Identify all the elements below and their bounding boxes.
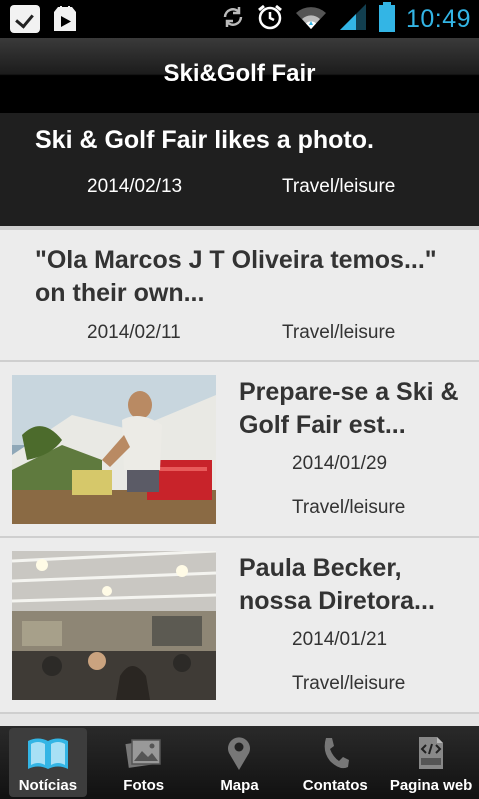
alarm-icon	[256, 3, 284, 36]
photos-icon	[125, 733, 163, 773]
app-title: Ski&Golf Fair	[163, 59, 316, 87]
feed-item[interactable]: "Ola Marcos J T Oliveira temos..." on th…	[0, 228, 479, 362]
sync-icon	[220, 4, 246, 35]
signal-icon	[338, 3, 368, 36]
map-pin-icon	[226, 733, 252, 773]
feed-item-title: "Ola Marcos J T Oliveira temos..." on th…	[35, 246, 437, 307]
nav-label: Contatos	[302, 777, 368, 794]
feed-item[interactable]: Ski & Golf Fair likes a photo. 2014/02/1…	[0, 113, 479, 228]
feed-item-category: Travel/leisure	[282, 322, 396, 343]
check-box-icon	[10, 5, 40, 33]
feed-item-category: Travel/leisure	[292, 497, 406, 518]
nav-label: Notícias	[18, 777, 78, 794]
nav-label: Pagina web	[389, 777, 473, 794]
html-file-icon	[417, 733, 445, 773]
feed-item-title: Prepare-se a Ski & Golf Fair est...	[239, 378, 459, 439]
nav-label: Fotos	[123, 777, 165, 794]
status-bar: 10:49	[0, 0, 479, 38]
feed-item-date: 2014/02/11	[87, 322, 181, 343]
nav-mapa[interactable]: Mapa	[192, 726, 288, 799]
feed-item-thumbnail	[12, 375, 216, 524]
feed-item-category: Travel/leisure	[292, 673, 406, 694]
nav-label: Mapa	[220, 777, 259, 794]
bottom-navigation: Notícias Fotos Mapa Contatos Pagina web	[0, 726, 479, 799]
news-feed[interactable]: Ski & Golf Fair likes a photo. 2014/02/1…	[0, 113, 479, 726]
feed-item-thumbnail	[12, 551, 216, 700]
wifi-icon	[294, 4, 328, 35]
book-icon	[26, 733, 70, 773]
feed-item[interactable]: Paula Becker, nossa Diretora... 2014/01/…	[0, 538, 479, 714]
feed-item[interactable]: Prepare-se a Ski & Golf Fair est... 2014…	[0, 362, 479, 538]
nav-fotos[interactable]: Fotos	[96, 726, 192, 799]
nav-pagina-web[interactable]: Pagina web	[383, 726, 479, 799]
nav-contatos[interactable]: Contatos	[287, 726, 383, 799]
feed-item-date: 2014/01/29	[292, 453, 388, 474]
play-store-icon	[50, 4, 80, 34]
feed-item-title: Paula Becker, nossa Diretora...	[239, 554, 435, 615]
nav-noticias[interactable]: Notícias	[0, 726, 96, 799]
feed-item-title: Ski & Golf Fair likes a photo.	[35, 126, 374, 154]
app-title-bar: Ski&Golf Fair	[0, 38, 479, 113]
feed-item-category: Travel/leisure	[282, 176, 396, 197]
clock: 10:49	[405, 4, 471, 33]
phone-icon	[320, 733, 350, 773]
feed-item-date: 2014/01/21	[292, 629, 388, 650]
battery-icon	[378, 1, 396, 37]
feed-item-date: 2014/02/13	[87, 176, 183, 197]
